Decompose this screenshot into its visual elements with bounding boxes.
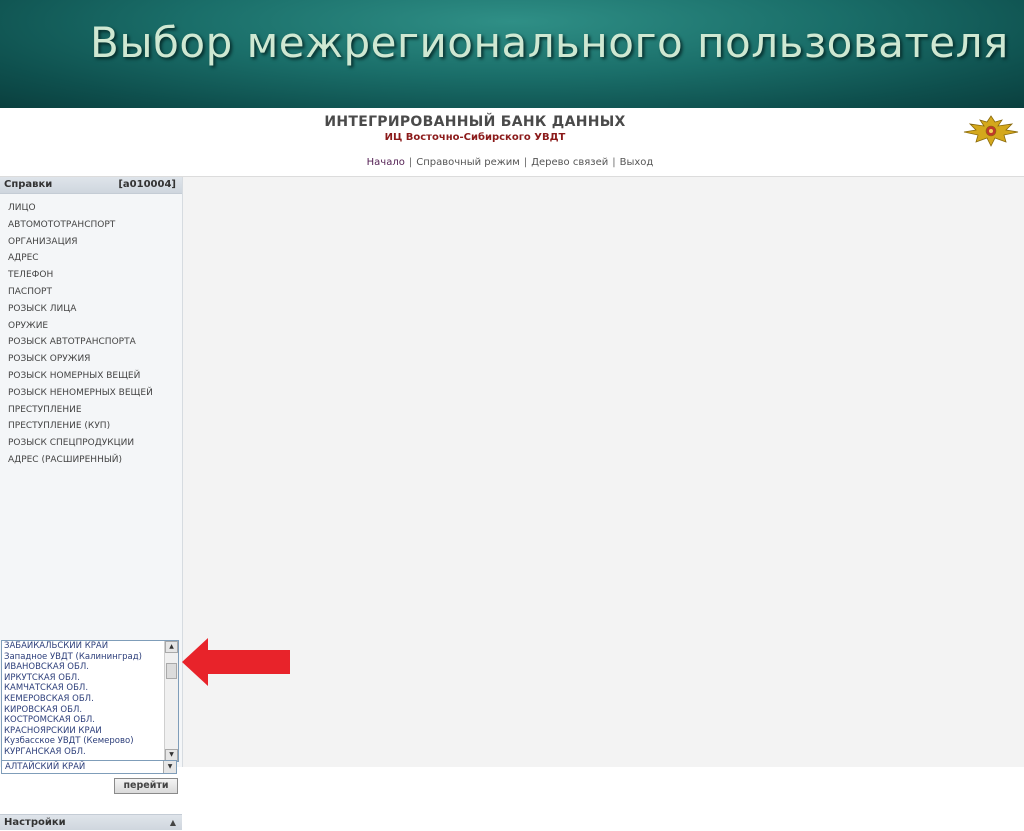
app-header: ИНТЕГРИРОВАННЫЙ БАНК ДАННЫХ ИЦ Восточно-…	[0, 108, 1024, 177]
app-subtitle: ИЦ Восточно-Сибирского УВДТ	[384, 132, 566, 143]
user-code: [a010004]	[118, 179, 176, 190]
nav-link-relations-tree[interactable]: Дерево связей	[531, 157, 608, 168]
list-item[interactable]: КОСТРОМСКАЯ ОБЛ.	[4, 715, 164, 726]
region-select-value: АЛТАЙСКИЙ КРАЙ	[5, 762, 86, 772]
list-item[interactable]: КЕМЕРОВСКАЯ ОБЛ.	[4, 694, 164, 705]
settings-panel-header[interactable]: Настройки ▲	[0, 814, 182, 830]
menu-item-wanted-special-products[interactable]: РОЗЫСК СПЕЦПРОДУКЦИИ	[0, 435, 182, 452]
red-arrow-icon	[182, 638, 290, 686]
chevron-up-icon[interactable]: ▲	[170, 815, 176, 831]
app-title: ИНТЕГРИРОВАННЫЙ БАНК ДАННЫХ	[324, 114, 626, 130]
sidebar: Справки [a010004] ЛИЦО АВТОМОТОТРАНСПОРТ…	[0, 177, 183, 830]
menu-item-passport[interactable]: ПАСПОРТ	[0, 284, 182, 301]
sidebar-header: Справки [a010004]	[0, 177, 182, 194]
slide-banner: Выбор межрегионального пользователя	[0, 0, 1024, 108]
main-content-area	[183, 177, 1024, 767]
menu-item-crime[interactable]: ПРЕСТУПЛЕНИЕ	[0, 402, 182, 419]
menu-item-person[interactable]: ЛИЦО	[0, 200, 182, 217]
menu-item-wanted-person[interactable]: РОЗЫСК ЛИЦА	[0, 301, 182, 318]
list-item[interactable]: ИВАНОВСКАЯ ОБЛ.	[4, 662, 164, 673]
eagle-emblem-icon	[963, 115, 1019, 147]
menu-item-address[interactable]: АДРЕС	[0, 250, 182, 267]
menu-item-wanted-weapon[interactable]: РОЗЫСК ОРУЖИЯ	[0, 351, 182, 368]
nav-link-reference-mode[interactable]: Справочный режим	[416, 157, 520, 168]
region-listbox[interactable]: ЗАБАЙКАЛЬСКИЙ КРАЙ Западное УВДТ (Калини…	[1, 640, 179, 762]
chevron-down-icon[interactable]: ▼	[163, 761, 176, 773]
list-item[interactable]: Кузбасское УВДТ (Кемерово)	[4, 736, 164, 747]
menu-item-weapon[interactable]: ОРУЖИЕ	[0, 318, 182, 335]
scroll-up-icon[interactable]: ▲	[165, 641, 178, 653]
sidebar-header-label: Справки	[4, 179, 53, 190]
top-navigation: Начало | Справочный режим | Дерево связей | Вы…	[366, 157, 654, 168]
nav-link-home[interactable]: Начало	[367, 157, 405, 168]
reference-menu: ЛИЦО АВТОМОТОТРАНСПОРТ ОРГАНИЗАЦИЯ АДРЕС…	[0, 200, 182, 469]
go-button[interactable]: перейти	[114, 778, 178, 794]
list-item[interactable]: КИРОВСКАЯ ОБЛ.	[4, 705, 164, 716]
menu-item-wanted-vehicle[interactable]: РОЗЫСК АВТОТРАНСПОРТА	[0, 334, 182, 351]
list-item[interactable]: ИРКУТСКАЯ ОБЛ.	[4, 673, 164, 684]
listbox-scrollbar[interactable]: ▲ ▼	[164, 641, 178, 761]
region-select[interactable]: АЛТАЙСКИЙ КРАЙ ▼	[1, 760, 177, 774]
menu-item-address-extended[interactable]: АДРЕС (РАСШИРЕННЫЙ)	[0, 452, 182, 469]
settings-label: Настройки	[4, 817, 66, 828]
menu-item-vehicles[interactable]: АВТОМОТОТРАНСПОРТ	[0, 217, 182, 234]
menu-item-organization[interactable]: ОРГАНИЗАЦИЯ	[0, 234, 182, 251]
list-item[interactable]: Западное УВДТ (Калининград)	[4, 652, 164, 663]
menu-item-wanted-unnumbered-items[interactable]: РОЗЫСК НЕНОМЕРНЫХ ВЕЩЕЙ	[0, 385, 182, 402]
nav-link-exit[interactable]: Выход	[620, 157, 654, 168]
list-item[interactable]: КРАСНОЯРСКИЙ КРАЙ	[4, 726, 164, 737]
slide-title: Выбор межрегионального пользователя	[90, 18, 1009, 67]
scroll-thumb[interactable]	[166, 663, 177, 679]
menu-item-phone[interactable]: ТЕЛЕФОН	[0, 267, 182, 284]
list-item[interactable]: ЗАБАЙКАЛЬСКИЙ КРАЙ	[4, 641, 164, 652]
list-item[interactable]: КАМЧАТСКАЯ ОБЛ.	[4, 683, 164, 694]
list-item[interactable]: КУРГАНСКАЯ ОБЛ.	[4, 747, 164, 758]
app-screenshot: ИНТЕГРИРОВАННЫЙ БАНК ДАННЫХ ИЦ Восточно-…	[0, 108, 1024, 830]
menu-item-crime-kup[interactable]: ПРЕСТУПЛЕНИЕ (КУП)	[0, 418, 182, 435]
menu-item-wanted-numbered-items[interactable]: РОЗЫСК НОМЕРНЫХ ВЕЩЕЙ	[0, 368, 182, 385]
